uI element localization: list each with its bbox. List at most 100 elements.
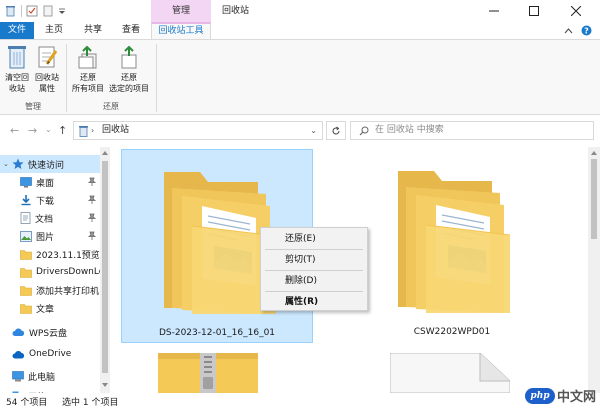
collapse-chevron-icon[interactable]: ⌄ [3, 160, 12, 168]
pin-icon[interactable] [88, 177, 96, 186]
scroll-up-icon[interactable] [591, 150, 597, 155]
restore-selected-button[interactable]: 还原 选定的项目 [106, 44, 152, 94]
properties-check-icon[interactable] [26, 5, 38, 17]
address-row: ← → ⌄ ↑ › 回收站 ⌄ 在 回收站 中搜索 [0, 115, 600, 145]
menu-item-properties[interactable]: 属性(R) [261, 293, 367, 311]
nav-documents[interactable]: 文档 [0, 209, 100, 227]
bin-props-label-2: 属性 [39, 84, 55, 93]
computer-icon [12, 370, 24, 381]
recent-locations-icon[interactable]: ⌄ [45, 125, 52, 134]
tab-home[interactable]: 主页 [34, 22, 74, 39]
nav-folder-preview[interactable]: 2023.11.1预览正 [0, 245, 100, 263]
address-dropdown-icon[interactable]: ⌄ [310, 122, 317, 139]
nav-quick-access[interactable]: ⌄ 快速访问 [0, 155, 100, 173]
file-item[interactable]: CSW2202WPD01 [356, 149, 548, 343]
quick-access-toolbar [4, 4, 66, 17]
download-icon [21, 195, 31, 206]
menu-item-delete[interactable]: 删除(D) [261, 272, 367, 290]
recycle-bin-address-icon [79, 126, 88, 137]
ribbon: 清空回 收站 回收站 属性 管理 还原 所有项目 还原 选定的项目 还原 [0, 39, 600, 115]
nav-pictures[interactable]: 图片 [0, 227, 100, 245]
recycle-bin-small-icon [6, 6, 15, 17]
breadcrumb-path[interactable]: 回收站 [102, 122, 129, 139]
nav-label: 文档 [35, 214, 54, 225]
nav-label: 此电脑 [28, 372, 56, 383]
tab-recycle-bin-tools[interactable]: 回收站工具 [151, 22, 211, 39]
scroll-down-icon[interactable] [102, 383, 108, 388]
nav-label: 图片 [36, 232, 55, 243]
help-icon[interactable]: ? [581, 25, 592, 36]
refresh-button[interactable] [326, 121, 346, 140]
search-input[interactable]: 在 回收站 中搜索 [375, 122, 444, 139]
bin-props-label-1: 回收站 [35, 73, 59, 82]
blank-file-icon [390, 353, 510, 393]
tab-view[interactable]: 查看 [112, 22, 150, 39]
nav-folder-printer[interactable]: 添加共享打印机 [0, 281, 100, 299]
nav-label: 快速访问 [28, 160, 65, 171]
nav-scroll-thumb[interactable] [102, 161, 108, 373]
nav-folder-drivers[interactable]: DriversDownLo [0, 263, 100, 281]
new-folder-small-icon[interactable] [42, 5, 54, 17]
status-bar: 54 个项目 选中 1 个项目 [0, 393, 600, 409]
back-arrow-icon[interactable]: ← [10, 124, 19, 137]
nav-downloads[interactable]: 下载 [0, 191, 100, 209]
menu-separator [265, 291, 363, 292]
minimize-button[interactable] [474, 0, 514, 22]
file-item-blank[interactable] [390, 353, 520, 393]
recycle-bin-properties-button[interactable]: 回收站 属性 [32, 44, 62, 94]
main-scrollbar[interactable] [588, 147, 600, 393]
ribbon-controls: ? [564, 25, 592, 36]
nav-label: WPS云盘 [29, 328, 68, 339]
menu-item-cut[interactable]: 剪切(T) [261, 251, 367, 269]
main-scroll-thumb[interactable] [591, 159, 597, 239]
restore-all-button[interactable]: 还原 所有项目 [69, 44, 107, 94]
customize-qat-icon[interactable] [58, 6, 66, 16]
context-menu: 还原(E) 剪切(T) 删除(D) 属性(R) [260, 227, 368, 311]
nav-wps-cloud[interactable]: WPS云盘 [0, 323, 100, 341]
restore-selected-label-1: 还原 [121, 73, 137, 82]
search-icon [359, 126, 369, 136]
pin-icon[interactable] [88, 213, 96, 222]
group-restore-label: 还原 [103, 102, 119, 111]
address-bar[interactable]: › 回收站 ⌄ [73, 121, 323, 140]
file-item-zip[interactable] [152, 353, 282, 393]
pin-icon[interactable] [88, 231, 96, 240]
nav-label: DriversDownLo [36, 267, 100, 277]
nav-onedrive[interactable]: OneDrive [0, 345, 100, 363]
desktop-icon [20, 176, 32, 187]
title-bar: 管理 回收站 [0, 0, 600, 22]
nav-scrollbar[interactable] [100, 147, 110, 393]
restore-selected-label-2: 选定的项目 [109, 84, 149, 93]
up-arrow-icon[interactable]: ↑ [58, 124, 67, 137]
pin-icon[interactable] [88, 195, 96, 204]
empty-bin-label-2: 收站 [9, 84, 25, 93]
minimize-icon [489, 10, 499, 12]
watermark: php 中文网 [524, 386, 596, 405]
breadcrumb-chevron-icon[interactable]: › [91, 122, 94, 139]
picture-icon [20, 230, 32, 242]
close-button[interactable] [556, 0, 596, 22]
tab-file[interactable]: 文件 [0, 22, 34, 39]
empty-recycle-bin-button[interactable]: 清空回 收站 [3, 44, 31, 94]
nav-this-pc[interactable]: 此电脑 [0, 367, 100, 385]
nav-label: 下载 [36, 196, 55, 207]
empty-bin-label-1: 清空回 [5, 73, 29, 82]
tab-share[interactable]: 共享 [74, 22, 112, 39]
nav-folder-articles[interactable]: 文章 [0, 299, 100, 317]
ribbon-tabs: 文件 主页 共享 查看 回收站工具 ? [0, 22, 600, 39]
file-name: DS-2023-12-01_16_16_01 [158, 328, 276, 338]
properties-icon [38, 46, 58, 68]
scroll-up-icon[interactable] [102, 150, 108, 155]
item-count: 54 个项目 [6, 398, 48, 408]
nav-label: OneDrive [29, 349, 72, 359]
menu-item-restore[interactable]: 还原(E) [261, 230, 367, 248]
file-name: CSW2202WPD01 [413, 327, 491, 337]
menu-separator [265, 270, 363, 271]
star-icon [12, 158, 24, 169]
collapse-ribbon-icon[interactable] [564, 27, 573, 35]
maximize-button[interactable] [514, 0, 554, 22]
search-box[interactable]: 在 回收站 中搜索 [350, 121, 594, 140]
nav-desktop[interactable]: 桌面 [0, 173, 100, 191]
empty-recycle-bin-icon [8, 46, 26, 69]
forward-arrow-icon[interactable]: → [28, 124, 37, 137]
